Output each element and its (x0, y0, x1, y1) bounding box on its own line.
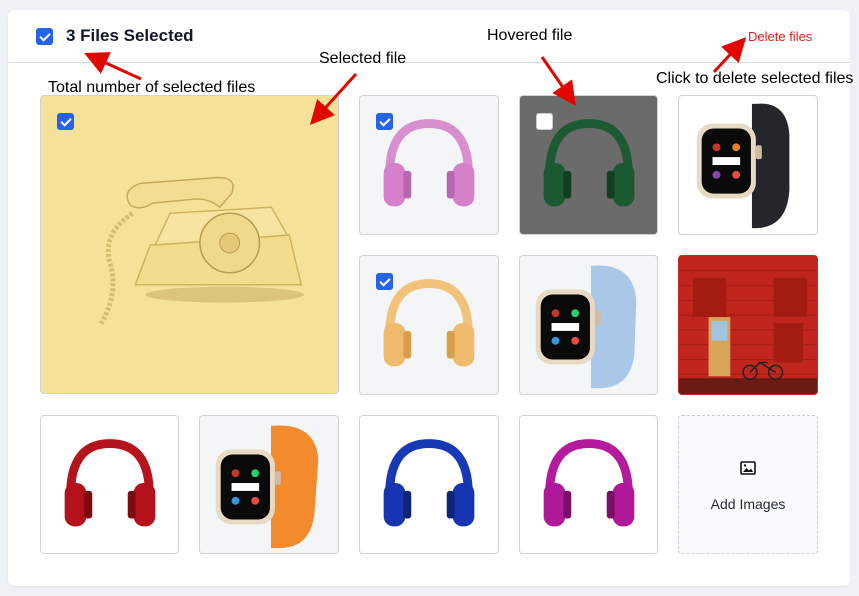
file-tile-rotary-phone[interactable] (40, 95, 339, 394)
apple-watch-black-image (696, 103, 790, 229)
header-divider (8, 62, 850, 63)
add-images-button[interactable]: Add Images (678, 415, 818, 554)
apple-watch-orange-image (215, 425, 319, 549)
delete-files-link[interactable]: Delete files (748, 29, 812, 44)
select-all-checkbox[interactable] (36, 28, 53, 45)
file-checkbox[interactable] (376, 273, 393, 290)
magenta-headphones-image (543, 439, 635, 527)
annotation-selected: Selected file (319, 50, 407, 67)
file-checkbox[interactable] (376, 113, 393, 130)
file-tile-pink-headphones[interactable] (359, 95, 499, 235)
file-tile-red-headphones[interactable] (40, 415, 179, 554)
file-checkbox[interactable] (57, 113, 74, 130)
rotary-phone-image (98, 176, 305, 326)
image-icon (740, 461, 756, 475)
red-brick-building-image (679, 256, 817, 394)
file-tile-apple-watch-black[interactable] (678, 95, 818, 235)
annotation-hovered: Hovered file (487, 27, 573, 44)
file-tile-green-headphones[interactable] (519, 95, 658, 235)
apple-watch-blue-image (535, 265, 637, 389)
annotation-total: Total number of selected files (48, 79, 256, 96)
file-tile-apple-watch-blue[interactable] (519, 255, 658, 395)
add-images-label: Add Images (710, 496, 786, 512)
file-tile-apple-watch-orange[interactable] (199, 415, 339, 554)
file-tile-orange-headphones[interactable] (359, 255, 499, 395)
file-checkbox[interactable] (536, 113, 553, 130)
file-tile-magenta-headphones[interactable] (519, 415, 658, 554)
blue-headphones-image (383, 439, 475, 527)
selection-count-title: 3 Files Selected (66, 26, 194, 45)
file-tile-blue-headphones[interactable] (359, 415, 499, 554)
annotation-delete: Click to delete selected files (656, 70, 854, 87)
red-headphones-image (64, 439, 156, 527)
file-tile-red-brick-building[interactable] (678, 255, 818, 395)
